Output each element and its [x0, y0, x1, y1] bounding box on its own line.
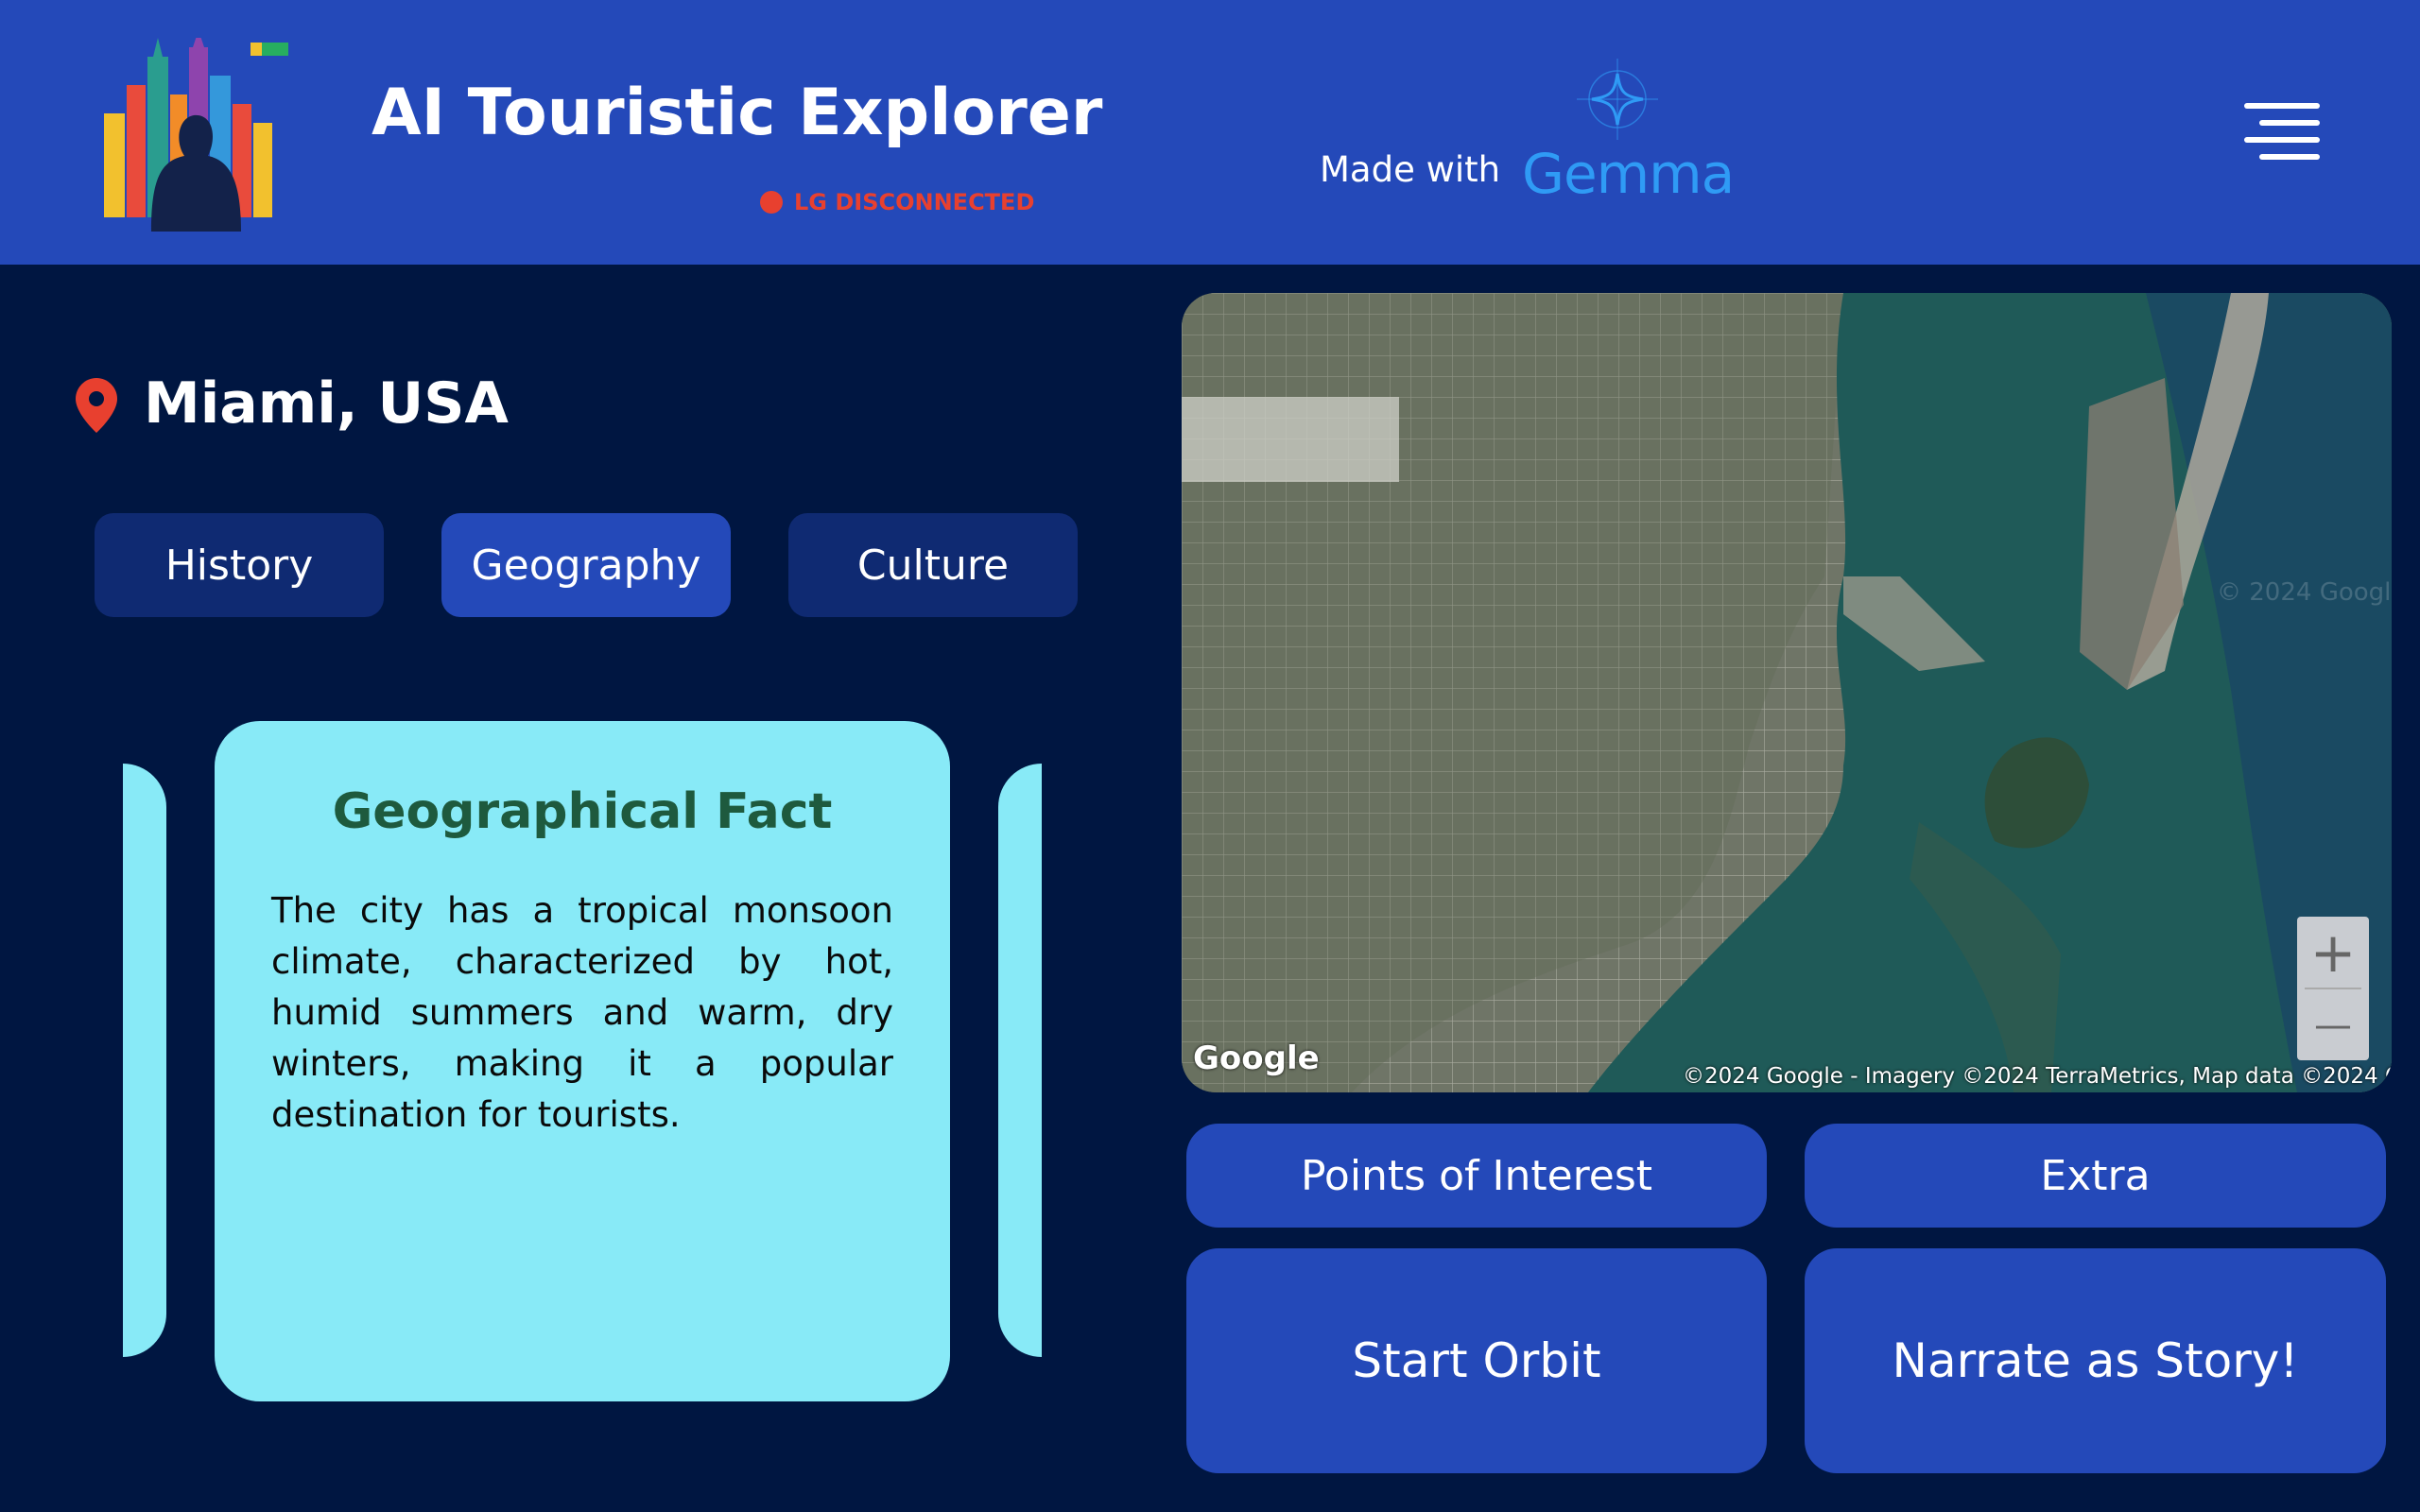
- zoom-in-button[interactable]: +: [2297, 917, 2369, 988]
- gemma-sparkle-icon: [1577, 59, 1658, 140]
- city-skyline-logo: [104, 38, 288, 232]
- made-with-label: Made with: [1320, 149, 1501, 190]
- status-dot-icon: [760, 191, 783, 214]
- satellite-map[interactable]: © 2024 Google + — Google ©2024 Google - …: [1182, 293, 2392, 1092]
- previous-card-peek[interactable]: [123, 764, 166, 1357]
- location-title: Miami, USA: [144, 370, 509, 437]
- lg-status-label: LG DISCONNECTED: [794, 189, 1035, 215]
- fact-card: Geographical Fact The city has a tropica…: [215, 721, 950, 1401]
- gemma-brand: Gemma: [1522, 142, 1735, 206]
- lg-connection-status: LG DISCONNECTED: [760, 189, 1034, 215]
- fact-card-title: Geographical Fact: [332, 783, 833, 840]
- zoom-out-button[interactable]: —: [2297, 989, 2369, 1060]
- map-watermark: © 2024 Google: [2217, 578, 2392, 607]
- map-pin-icon: [76, 378, 117, 433]
- tab-geography[interactable]: Geography: [441, 513, 731, 617]
- zoom-controls: + —: [2297, 917, 2369, 1060]
- map-attribution[interactable]: ©2024 Google - Imagery ©2024 TerraMetric…: [1683, 1064, 2392, 1089]
- narrate-story-button[interactable]: Narrate as Story!: [1805, 1248, 2386, 1473]
- tab-history[interactable]: History: [95, 513, 384, 617]
- map-imagery: [1182, 293, 2392, 1092]
- next-card-peek[interactable]: [998, 764, 1042, 1357]
- start-orbit-button[interactable]: Start Orbit: [1186, 1248, 1767, 1473]
- points-of-interest-button[interactable]: Points of Interest: [1186, 1124, 1767, 1228]
- fact-card-text: The city has a tropical monsoon climate,…: [271, 890, 893, 1135]
- extra-button[interactable]: Extra: [1805, 1124, 2386, 1228]
- tab-culture[interactable]: Culture: [788, 513, 1078, 617]
- hamburger-menu-icon[interactable]: [2240, 99, 2325, 165]
- app-header: AI Touristic Explorer LG DISCONNECTED Ma…: [0, 0, 2420, 265]
- app-title: AI Touristic Explorer: [372, 76, 1103, 150]
- google-logo: Google: [1193, 1040, 1320, 1077]
